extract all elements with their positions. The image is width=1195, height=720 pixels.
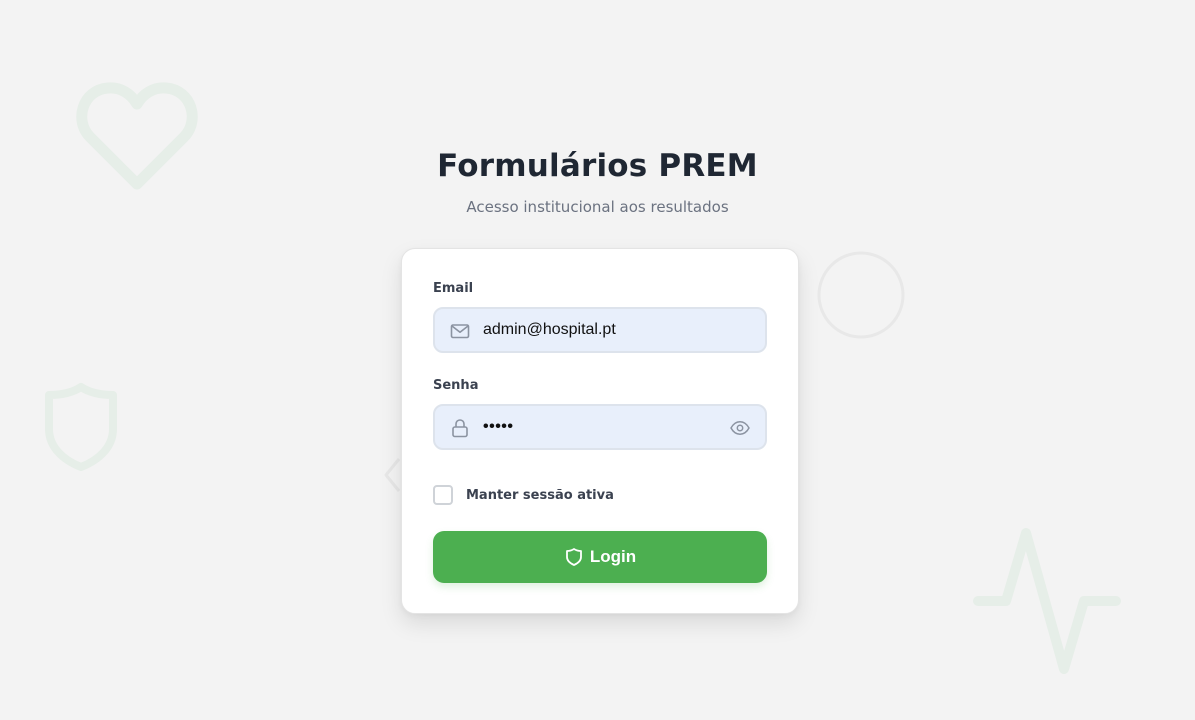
password-field[interactable]: ••••• <box>433 404 767 450</box>
password-value[interactable]: ••••• <box>483 406 514 448</box>
lock-icon <box>452 419 468 438</box>
login-button-label: Login <box>589 547 637 566</box>
circle-decoration-icon <box>817 251 905 339</box>
shield-decoration-icon <box>45 383 117 471</box>
email-label: Email <box>433 281 474 296</box>
pulse-decoration-icon <box>973 528 1121 674</box>
login-button[interactable]: Login <box>433 531 767 583</box>
chevron-left-decoration-icon <box>384 458 401 492</box>
eye-icon[interactable] <box>729 417 751 439</box>
remember-label: Manter sessão ativa <box>466 487 614 503</box>
password-label: Senha <box>433 378 479 393</box>
header: Formulários PREM Acesso institucional ao… <box>0 144 1195 218</box>
login-page: Formulários PREM Acesso institucional ao… <box>0 0 1195 720</box>
shield-icon <box>565 548 582 566</box>
login-card: Email admin@hospital.pt Senha ••••• Mant… <box>401 248 799 614</box>
email-value[interactable]: admin@hospital.pt <box>483 309 616 351</box>
mail-icon <box>450 324 470 339</box>
page-subtitle: Acesso institucional aos resultados <box>466 198 729 216</box>
remember-checkbox[interactable] <box>433 485 453 505</box>
remember-session[interactable]: Manter sessão ativa <box>433 483 614 507</box>
email-field[interactable]: admin@hospital.pt <box>433 307 767 353</box>
page-title: Formulários PREM <box>437 148 758 184</box>
